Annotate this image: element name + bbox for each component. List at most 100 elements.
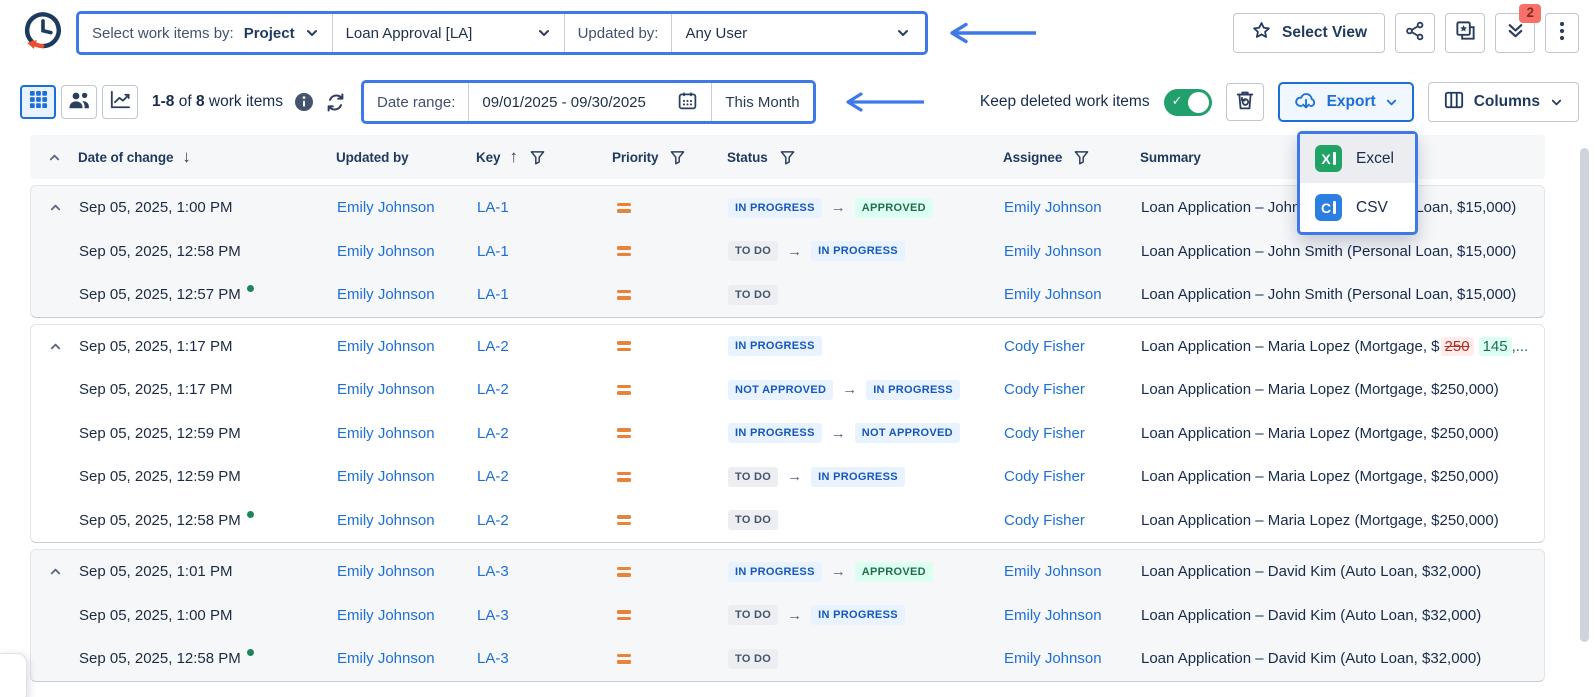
assignee-link[interactable]: Cody Fisher	[1004, 512, 1085, 529]
work-item-key-link[interactable]: LA-2	[477, 468, 509, 485]
date-preset-button[interactable]: This Month	[711, 83, 812, 121]
keep-deleted-toggle[interactable]: ✓	[1164, 89, 1212, 116]
refresh-icon[interactable]	[325, 92, 346, 113]
updated-by-link[interactable]: Emily Johnson	[337, 512, 435, 529]
status-badge-todo: TO DO	[728, 285, 778, 305]
status-transition-arrow-icon: →	[787, 607, 802, 624]
updated-by-link[interactable]: Emily Johnson	[337, 199, 435, 216]
chart-view-button[interactable]	[102, 85, 138, 119]
col-header-key[interactable]: Key ↑	[476, 147, 612, 167]
sort-asc-icon[interactable]: ↑	[509, 147, 517, 167]
col-header-priority[interactable]: Priority	[612, 150, 727, 165]
updated-by-link[interactable]: Emily Johnson	[337, 650, 435, 667]
assignee-link[interactable]: Emily Johnson	[1004, 199, 1102, 216]
annotation-arrow-left-icon	[942, 22, 1040, 44]
priority-medium-icon	[617, 341, 631, 351]
whats-new-button[interactable]: 2	[1495, 13, 1535, 53]
updated-by-link[interactable]: Emily Johnson	[337, 563, 435, 580]
collapse-all-header[interactable]	[30, 151, 78, 164]
status-cell: IN PROGRESS→APPROVED	[728, 562, 1004, 582]
filter-icon[interactable]	[780, 150, 795, 165]
export-menu-item-csv[interactable]: C CSV	[1300, 183, 1415, 232]
work-item-key-link[interactable]: LA-3	[477, 650, 509, 667]
updated-by-link[interactable]: Emily Johnson	[337, 243, 435, 260]
columns-label: Columns	[1474, 93, 1540, 111]
summary-text: Loan Application – Maria Lopez (Mortgage…	[1141, 381, 1499, 398]
select-mode-dropdown[interactable]: Select work items by: Project	[79, 14, 332, 52]
more-options-button[interactable]	[1545, 13, 1579, 53]
work-item-key-link[interactable]: LA-3	[477, 607, 509, 624]
filter-icon[interactable]	[670, 150, 685, 165]
vertical-scrollbar[interactable]	[1580, 148, 1589, 642]
filter-icon[interactable]	[530, 150, 545, 165]
summary-cell: Loan Application – David Kim (Auto Loan,…	[1141, 650, 1544, 667]
summary-text: Loan Application – Maria Lopez (Mortgage…	[1141, 425, 1499, 442]
share-button[interactable]	[1395, 13, 1435, 53]
status-cell: IN PROGRESS→APPROVED	[728, 198, 1004, 218]
sort-desc-icon[interactable]: ↓	[182, 147, 190, 167]
saved-views-button[interactable]	[1445, 13, 1485, 53]
collapse-group-icon[interactable]	[49, 201, 62, 214]
updated-by-link[interactable]: Emily Johnson	[337, 381, 435, 398]
assignee-link[interactable]: Emily Johnson	[1004, 563, 1102, 580]
col-header-status[interactable]: Status	[727, 150, 1003, 165]
work-item-key-link[interactable]: LA-1	[477, 199, 509, 216]
select-view-button[interactable]: Select View	[1233, 13, 1385, 53]
assignee-link[interactable]: Cody Fisher	[1004, 468, 1085, 485]
export-menu-item-excel[interactable]: X Excel	[1300, 134, 1415, 183]
col-header-updated-by[interactable]: Updated by	[336, 150, 476, 165]
count-range: 1-8	[152, 93, 174, 110]
work-item-key-link[interactable]: LA-2	[477, 512, 509, 529]
project-dropdown[interactable]: Loan Approval [LA]	[332, 14, 564, 52]
change-date-text: Sep 05, 2025, 12:58 PM	[79, 650, 241, 667]
filter-icon[interactable]	[1074, 150, 1089, 165]
columns-button[interactable]: Columns	[1428, 82, 1579, 122]
work-item-filter-bar: Select work items by: Project Loan Appro…	[76, 11, 928, 55]
updated-by-link[interactable]: Emily Johnson	[337, 338, 435, 355]
status-cell: IN PROGRESS	[728, 336, 1004, 356]
summary-truncation: ,...	[1512, 338, 1529, 355]
history-app-logo-icon	[20, 7, 66, 60]
whats-new-icon	[1504, 19, 1527, 47]
calendar-icon[interactable]	[677, 90, 698, 115]
collapse-group-icon[interactable]	[49, 565, 62, 578]
work-item-key-link[interactable]: LA-1	[477, 286, 509, 303]
assignee-link[interactable]: Cody Fisher	[1004, 425, 1085, 442]
assignee-link[interactable]: Cody Fisher	[1004, 381, 1085, 398]
status-badge-todo: TO DO	[728, 241, 778, 261]
collapse-all-icon[interactable]	[48, 151, 61, 164]
people-view-button[interactable]	[61, 85, 97, 119]
deleted-items-button[interactable]	[1226, 83, 1264, 121]
assignee-link[interactable]: Emily Johnson	[1004, 650, 1102, 667]
assignee-link[interactable]: Emily Johnson	[1004, 607, 1102, 624]
status-transition-arrow-icon: →	[787, 243, 802, 260]
date-preset-label: This Month	[725, 94, 799, 111]
collapse-group-icon[interactable]	[49, 340, 62, 353]
status-badge-inprog: IN PROGRESS	[811, 605, 905, 625]
assignee-link[interactable]: Emily Johnson	[1004, 286, 1102, 303]
work-item-key-link[interactable]: LA-2	[477, 381, 509, 398]
work-item-key-link[interactable]: LA-2	[477, 338, 509, 355]
work-item-key-link[interactable]: LA-1	[477, 243, 509, 260]
info-icon[interactable]	[294, 92, 314, 112]
table-view-button[interactable]	[20, 85, 56, 119]
updated-by-dropdown[interactable]: Any User	[671, 14, 925, 52]
work-item-key-link[interactable]: LA-3	[477, 563, 509, 580]
excel-icon: X	[1315, 145, 1342, 172]
updated-by-link[interactable]: Emily Johnson	[337, 425, 435, 442]
col-label: Date of change	[78, 150, 173, 165]
col-header-date-of-change[interactable]: Date of change ↓	[78, 147, 336, 167]
kebab-menu-icon	[1553, 20, 1571, 47]
col-header-assignee[interactable]: Assignee	[1003, 150, 1140, 165]
work-item-key-link[interactable]: LA-2	[477, 425, 509, 442]
export-button[interactable]: Export	[1278, 82, 1414, 122]
history-row: Sep 05, 2025, 1:17 PMEmily JohnsonLA-2IN…	[31, 325, 1544, 369]
priority-medium-icon	[617, 203, 631, 213]
date-range-input[interactable]: 09/01/2025 - 09/30/2025	[468, 83, 711, 121]
updated-by-link[interactable]: Emily Johnson	[337, 468, 435, 485]
assignee-link[interactable]: Emily Johnson	[1004, 243, 1102, 260]
assignee-link[interactable]: Cody Fisher	[1004, 338, 1085, 355]
updated-by-link[interactable]: Emily Johnson	[337, 286, 435, 303]
key-cell: LA-3	[477, 607, 613, 624]
updated-by-link[interactable]: Emily Johnson	[337, 607, 435, 624]
